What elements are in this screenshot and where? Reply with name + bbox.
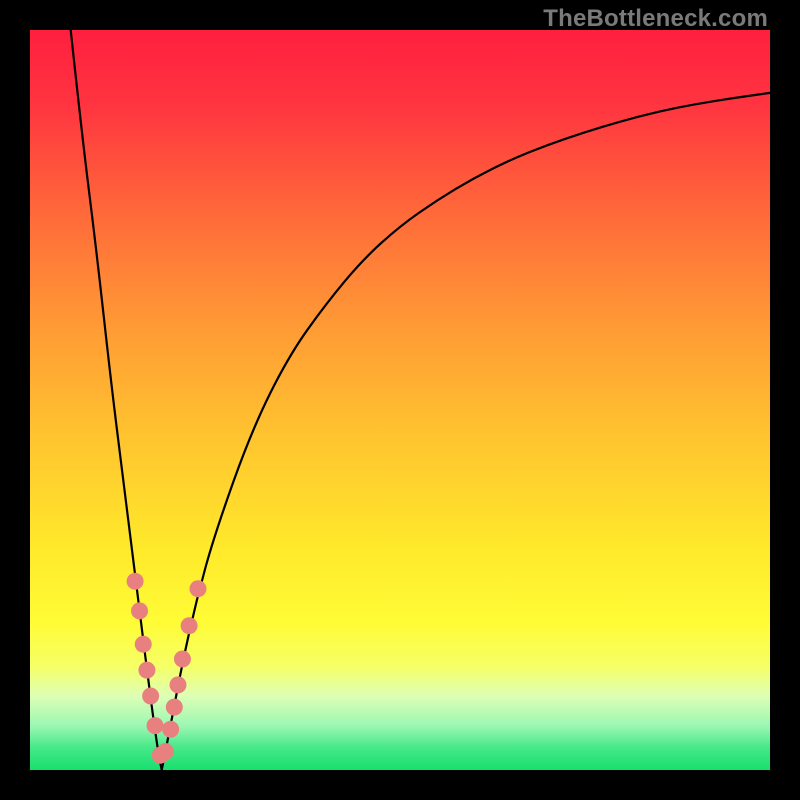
data-marker	[127, 573, 144, 590]
chart-container: TheBottleneck.com	[0, 0, 800, 800]
data-marker	[147, 717, 164, 734]
data-marker	[131, 602, 148, 619]
data-marker	[181, 617, 198, 634]
data-marker	[189, 580, 206, 597]
data-marker	[135, 636, 152, 653]
bottleneck-chart	[30, 30, 770, 770]
data-marker	[157, 743, 174, 760]
watermark-text: TheBottleneck.com	[543, 5, 768, 33]
data-marker	[174, 651, 191, 668]
data-marker	[138, 662, 155, 679]
data-marker	[162, 721, 179, 738]
data-marker	[170, 676, 187, 693]
data-marker	[142, 688, 159, 705]
gradient-background	[30, 30, 770, 770]
data-marker	[166, 699, 183, 716]
